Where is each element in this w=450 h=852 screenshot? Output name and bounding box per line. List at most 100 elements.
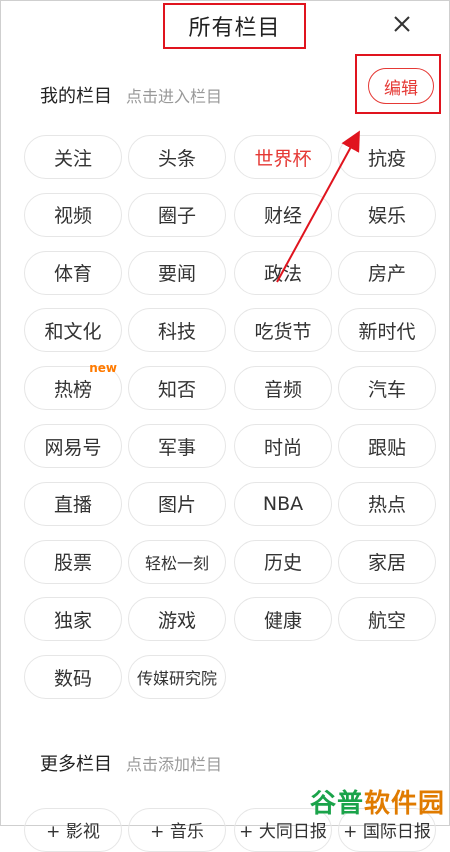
channel-label: 航空 bbox=[367, 609, 406, 632]
channel-chip[interactable]: 新时代 bbox=[338, 308, 436, 353]
page-title: 所有栏目 bbox=[188, 16, 281, 41]
channel-label: 要闻 bbox=[157, 263, 196, 286]
channel-chip[interactable]: 时尚 bbox=[234, 424, 332, 468]
channel-chip[interactable]: 数码 bbox=[24, 655, 122, 700]
channel-chip[interactable]: 知否 bbox=[128, 366, 226, 411]
channel-label: 科技 bbox=[157, 320, 196, 343]
channel-label: 图片 bbox=[157, 494, 196, 517]
channel-chip[interactable]: 视频 bbox=[24, 192, 122, 237]
my-channels-header: 我的栏目 点击进入栏目 bbox=[40, 82, 222, 108]
header: 所有栏目 bbox=[0, 0, 450, 60]
channel-label: 健康 bbox=[263, 609, 302, 632]
more-channels-title: 更多栏目 bbox=[40, 754, 112, 775]
channel-label: 军事 bbox=[157, 436, 196, 459]
channel-label: 头条 bbox=[157, 147, 196, 170]
channel-label: 新时代 bbox=[358, 320, 416, 343]
close-button[interactable] bbox=[388, 10, 416, 38]
channel-label: 数码 bbox=[53, 667, 92, 690]
channel-chip[interactable]: 航空 bbox=[338, 597, 436, 642]
channel-chip[interactable]: 政法 bbox=[234, 250, 332, 295]
channel-chip[interactable]: 头条 bbox=[128, 135, 226, 179]
channel-label: 跟贴 bbox=[367, 436, 406, 459]
channel-label: 历史 bbox=[263, 552, 302, 575]
channel-chip[interactable]: NBA bbox=[234, 481, 332, 526]
channel-label: 知否 bbox=[157, 378, 196, 401]
channel-chip[interactable]: 科技 bbox=[128, 308, 226, 353]
more-channels-header: 更多栏目 点击添加栏目 bbox=[40, 750, 222, 776]
channel-chip[interactable]: 汽车 bbox=[338, 366, 436, 411]
channel-label: 传媒研究院 bbox=[136, 669, 217, 689]
channel-chip[interactable]: 和文化 bbox=[24, 308, 122, 353]
channel-chip[interactable]: 热点 bbox=[338, 481, 436, 526]
watermark-part1: 谷普 bbox=[309, 788, 364, 819]
channel-label: 直播 bbox=[53, 494, 92, 517]
channel-label: 世界杯 bbox=[254, 147, 312, 170]
channel-chip[interactable]: 股票 bbox=[24, 539, 122, 584]
channel-label: 家居 bbox=[367, 552, 406, 575]
channel-label: 体育 bbox=[53, 263, 92, 286]
more-channel-label: + 大同日报 bbox=[239, 822, 327, 842]
channel-chip[interactable]: 财经 bbox=[234, 192, 332, 237]
channel-chip[interactable]: 音频 bbox=[234, 366, 332, 411]
channel-chip[interactable]: 娱乐 bbox=[338, 192, 436, 237]
more-channel-label: + 音乐 bbox=[150, 822, 204, 842]
channel-chip[interactable]: 传媒研究院 bbox=[128, 655, 226, 700]
channel-label: 财经 bbox=[263, 205, 302, 228]
channel-label: 圈子 bbox=[157, 205, 196, 228]
channel-chip[interactable]: 直播 bbox=[24, 481, 122, 526]
my-channels-title: 我的栏目 bbox=[40, 86, 112, 107]
watermark-part2: 软件园 bbox=[363, 788, 445, 819]
channel-chip[interactable]: 家居 bbox=[338, 539, 436, 584]
channel-chip[interactable]: 健康 bbox=[234, 597, 332, 642]
channel-label: 游戏 bbox=[157, 609, 196, 632]
channel-label: 音频 bbox=[263, 378, 302, 401]
channel-label: 股票 bbox=[53, 552, 92, 575]
channel-chip[interactable]: 历史 bbox=[234, 539, 332, 584]
channel-label: 热点 bbox=[367, 494, 406, 517]
close-icon bbox=[394, 16, 410, 32]
annotation-arrow bbox=[276, 130, 360, 283]
channel-label: 轻松一刻 bbox=[144, 553, 209, 573]
edit-button[interactable]: 编辑 bbox=[368, 68, 434, 104]
channel-chip[interactable]: 抗疫 bbox=[338, 135, 436, 179]
channel-chip[interactable]: 圈子 bbox=[128, 192, 226, 237]
channel-chip[interactable]: 军事 bbox=[128, 424, 226, 468]
channel-label: 热榜 bbox=[53, 378, 92, 401]
page-title-highlight: 所有栏目 bbox=[163, 3, 306, 49]
more-channel-label: + 影视 bbox=[46, 822, 100, 842]
more-channel-label: + 国际日报 bbox=[343, 822, 431, 842]
my-channels-hint: 点击进入栏目 bbox=[126, 87, 223, 106]
channel-chip[interactable]: 要闻 bbox=[128, 250, 226, 295]
channel-label: 政法 bbox=[263, 263, 302, 286]
channel-chip[interactable]: 体育 bbox=[24, 250, 122, 295]
screen-frame bbox=[0, 0, 450, 826]
channel-label: 网易号 bbox=[44, 436, 102, 459]
channel-chip[interactable]: 关注 bbox=[24, 135, 122, 179]
watermark: 谷普 软件园 bbox=[305, 782, 445, 820]
channel-chip[interactable]: 世界杯 bbox=[234, 135, 332, 179]
channel-chip[interactable]: 网易号 bbox=[24, 424, 122, 468]
new-badge: new bbox=[89, 361, 117, 376]
channel-chip[interactable]: 跟贴 bbox=[338, 424, 436, 468]
more-channels-hint: 点击添加栏目 bbox=[126, 755, 223, 774]
channel-label: 视频 bbox=[53, 205, 92, 228]
channel-label: 关注 bbox=[53, 147, 92, 170]
channel-label: 抗疫 bbox=[367, 147, 406, 170]
channel-label: 娱乐 bbox=[367, 205, 406, 228]
channel-label: 独家 bbox=[53, 609, 92, 632]
channel-chip[interactable]: 吃货节 bbox=[234, 308, 332, 353]
channel-chip[interactable]: 轻松一刻 bbox=[128, 539, 226, 584]
channel-label: NBA bbox=[262, 492, 304, 515]
channel-label: 汽车 bbox=[367, 378, 406, 401]
more-channel-chip[interactable]: + 音乐 bbox=[128, 808, 226, 852]
channel-chip[interactable]: 房产 bbox=[338, 250, 436, 295]
more-channel-chip[interactable]: + 影视 bbox=[24, 808, 122, 852]
channel-label: 房产 bbox=[367, 263, 406, 286]
channel-label: 和文化 bbox=[44, 320, 102, 343]
channel-chip[interactable]: 游戏 bbox=[128, 597, 226, 642]
channel-chip[interactable]: 热榜 new bbox=[24, 361, 122, 411]
channel-chip[interactable]: 独家 bbox=[24, 597, 122, 642]
channel-label: 时尚 bbox=[263, 436, 302, 459]
channel-chip[interactable]: 图片 bbox=[128, 481, 226, 526]
channel-label: 吃货节 bbox=[254, 320, 312, 343]
